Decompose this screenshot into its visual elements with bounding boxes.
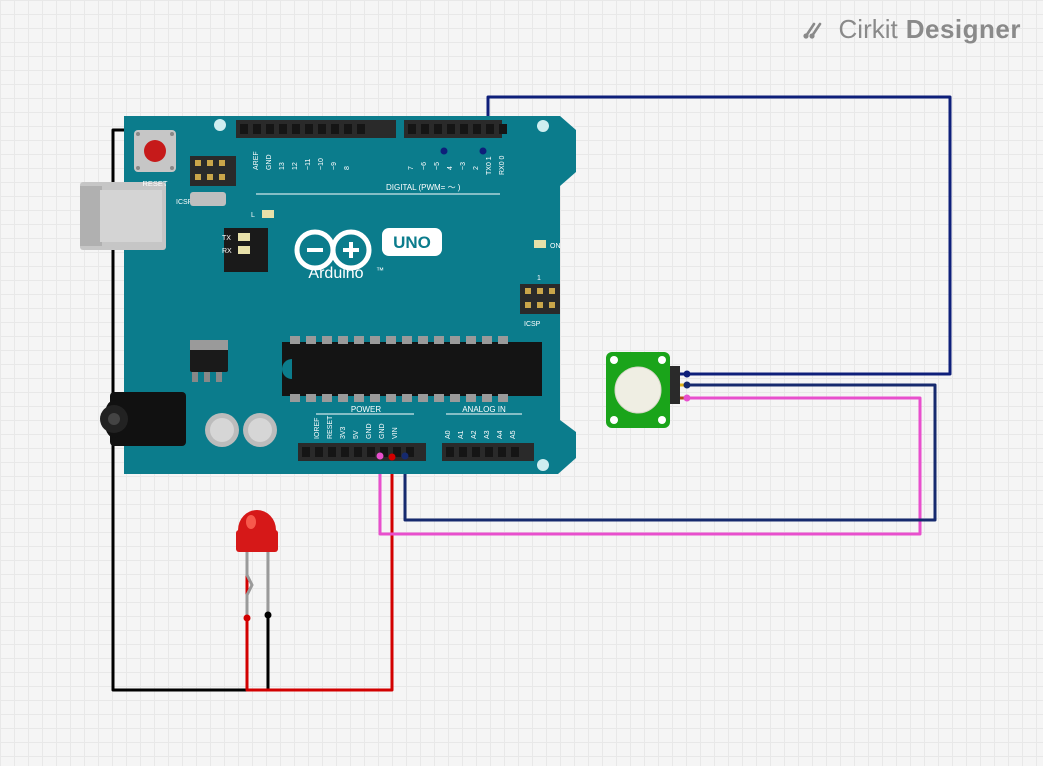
svg-text:AREF: AREF bbox=[253, 151, 260, 170]
svg-text:~6: ~6 bbox=[421, 162, 428, 170]
icsp2-header bbox=[190, 156, 236, 186]
svg-text:ICSP: ICSP bbox=[524, 321, 541, 328]
svg-text:ANALOG IN: ANALOG IN bbox=[462, 405, 506, 414]
svg-text:DIGITAL (PWM= ～ ): DIGITAL (PWM= ～ ) bbox=[386, 183, 461, 192]
svg-text:3V3: 3V3 bbox=[340, 426, 347, 439]
svg-text:~3: ~3 bbox=[460, 162, 467, 170]
svg-text:RX0 0: RX0 0 bbox=[499, 155, 506, 175]
node-led-anode bbox=[244, 615, 251, 622]
pir-header bbox=[670, 366, 680, 404]
svg-text:1: 1 bbox=[537, 275, 541, 282]
board-rx-label: RX bbox=[222, 248, 232, 255]
svg-text:~9: ~9 bbox=[331, 162, 338, 170]
svg-text:Arduino: Arduino bbox=[308, 265, 363, 282]
svg-text:A0: A0 bbox=[445, 430, 452, 439]
svg-text:POWER: POWER bbox=[351, 405, 381, 414]
board-tx-label: TX bbox=[222, 235, 231, 242]
board-led-L bbox=[262, 210, 274, 218]
svg-text:RESET: RESET bbox=[327, 415, 334, 439]
svg-text:4: 4 bbox=[447, 166, 454, 170]
svg-text:2: 2 bbox=[473, 166, 480, 170]
board-L-label: L bbox=[251, 212, 255, 219]
svg-text:8: 8 bbox=[344, 166, 351, 170]
svg-text:A3: A3 bbox=[484, 430, 491, 439]
svg-text:13: 13 bbox=[279, 162, 286, 170]
svg-text:GND: GND bbox=[379, 423, 386, 439]
led-component[interactable] bbox=[236, 510, 278, 620]
dc-barrel-jack bbox=[100, 392, 186, 446]
board-led-rx bbox=[238, 246, 250, 254]
node-gnd-navy bbox=[402, 453, 409, 460]
node-5v-pink bbox=[377, 453, 384, 460]
board-led-tx bbox=[238, 233, 250, 241]
svg-text:5V: 5V bbox=[353, 430, 360, 439]
board-on-label: ON bbox=[550, 243, 561, 250]
svg-text:A2: A2 bbox=[471, 430, 478, 439]
svg-text:7: 7 bbox=[408, 166, 415, 170]
crystal-oscillator bbox=[190, 192, 226, 206]
node-d0-blue bbox=[480, 148, 487, 155]
pir-motion-sensor[interactable] bbox=[606, 352, 687, 428]
svg-text:GND: GND bbox=[266, 154, 273, 170]
node-pir-out bbox=[684, 371, 691, 378]
svg-text:GND: GND bbox=[366, 423, 373, 439]
node-d2-blue bbox=[441, 148, 448, 155]
svg-text:IOREF: IOREF bbox=[314, 418, 321, 439]
node-5v-red bbox=[389, 454, 396, 461]
svg-text:VIN: VIN bbox=[392, 427, 399, 439]
reset-button[interactable] bbox=[134, 130, 176, 172]
svg-text:~5: ~5 bbox=[434, 162, 441, 170]
node-pir-vcc bbox=[684, 395, 691, 402]
svg-text:12: 12 bbox=[292, 162, 299, 170]
arduino-uno-board[interactable]: RESET ICSP 2 L TX RX ON bbox=[80, 116, 576, 474]
reset-button-label: RESET bbox=[142, 179, 167, 188]
atmega328-dip bbox=[282, 336, 542, 402]
node-led-cathode bbox=[265, 612, 272, 619]
svg-text:™: ™ bbox=[376, 266, 384, 275]
svg-text:TX0 1: TX0 1 bbox=[486, 156, 493, 175]
board-led-on bbox=[534, 240, 546, 248]
svg-text:A1: A1 bbox=[458, 430, 465, 439]
svg-text:A5: A5 bbox=[510, 430, 517, 439]
svg-text:A4: A4 bbox=[497, 430, 504, 439]
svg-text:~11: ~11 bbox=[305, 159, 312, 170]
circuit-canvas[interactable]: RESET ICSP 2 L TX RX ON bbox=[0, 0, 1043, 766]
svg-text:UNO: UNO bbox=[393, 233, 431, 252]
svg-text:~10: ~10 bbox=[318, 158, 325, 170]
node-pir-gnd bbox=[684, 382, 691, 389]
